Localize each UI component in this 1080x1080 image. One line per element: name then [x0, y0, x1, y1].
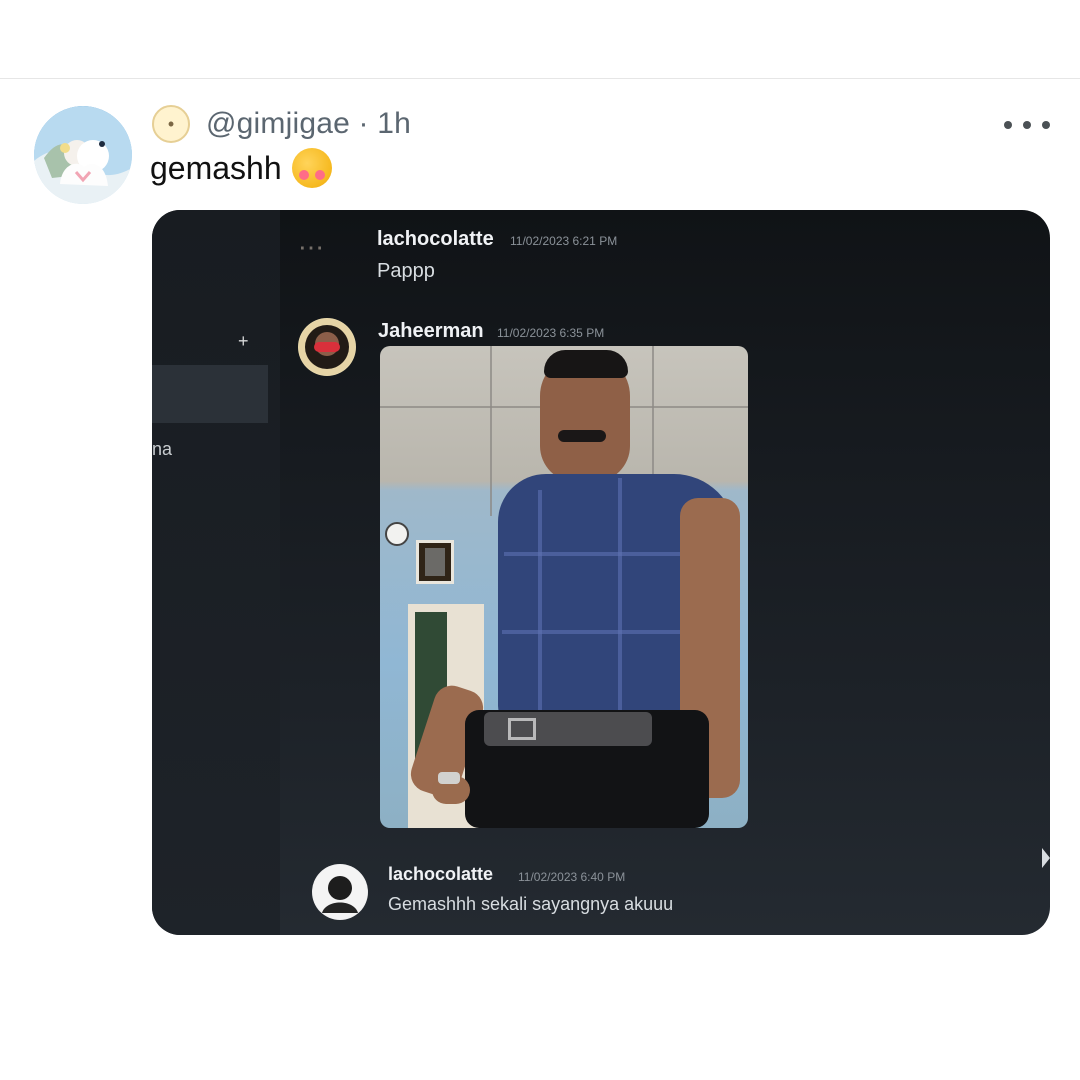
watch-icon	[438, 772, 460, 784]
post-time: 1h	[377, 107, 412, 140]
chat-sidebar	[152, 210, 280, 935]
user-avatar[interactable]	[298, 318, 356, 376]
user-avatar-icon	[313, 865, 367, 919]
sidebar-item[interactable]	[152, 365, 268, 423]
wall-clock-icon	[385, 522, 409, 546]
shared-photo[interactable]	[380, 346, 748, 828]
profile-avatar-icon	[34, 106, 132, 204]
message-2-timestamp: 11/02/2023 6:35 PM	[497, 326, 605, 340]
person-hair	[544, 350, 628, 378]
person-mustache	[558, 430, 606, 442]
profile-avatar[interactable]	[34, 106, 132, 204]
more-options-icon	[1023, 121, 1031, 129]
post-text-row: gemashh	[150, 148, 332, 188]
smiling-face-with-hearts-icon	[291, 148, 332, 188]
play-arrow-icon	[1042, 848, 1050, 868]
post-header: • @gimjigae · 1h	[152, 104, 411, 144]
picture-frame	[416, 540, 454, 584]
message-1-timestamp: 11/02/2023 6:21 PM	[510, 234, 618, 248]
portrait	[425, 548, 445, 576]
shirt-stripe	[618, 478, 622, 710]
more-options-icon	[1004, 121, 1012, 129]
user-avatar[interactable]	[312, 864, 368, 920]
shirt-stripe	[538, 490, 542, 712]
sidebar-text-fragment: na	[152, 439, 173, 459]
more-options-icon	[1042, 121, 1050, 129]
more-options-button[interactable]	[1004, 118, 1050, 132]
message-2-username[interactable]: Jaheerman	[378, 320, 484, 343]
ceiling-line	[490, 346, 492, 516]
ghost-avatar-icon: ⋯	[298, 232, 324, 262]
plus-icon[interactable]: +	[238, 331, 249, 352]
handle-separator: ·	[349, 107, 378, 140]
message-3-text: Gemashhh sekali sayangnya akuuu	[388, 894, 674, 914]
post-media-screenshot[interactable]: + na ⋯ lachocolatte 11/02/2023 6:21 PM P…	[152, 210, 1050, 935]
top-divider	[0, 78, 1080, 79]
post-text: gemashh	[150, 149, 282, 186]
message-3-username[interactable]: lachocolatte	[388, 864, 493, 885]
emoji-avatar-icon: •	[152, 105, 190, 143]
user-avatar-icon	[299, 319, 355, 375]
message-3-timestamp: 11/02/2023 6:40 PM	[518, 870, 626, 884]
message-1-text: Pappp	[377, 260, 435, 282]
belt-buckle	[508, 718, 536, 740]
user-handle[interactable]: @gimjigae	[206, 107, 350, 141]
message-1-username[interactable]: lachocolatte	[377, 228, 494, 251]
